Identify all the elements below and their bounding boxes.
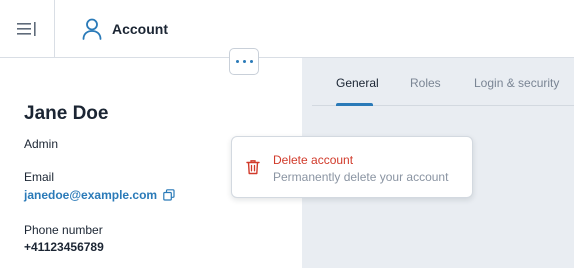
page-title: Account: [112, 20, 168, 37]
tab-general[interactable]: General: [336, 58, 379, 106]
page-header: Account: [82, 0, 168, 57]
profile-name: Jane Doe: [24, 103, 109, 124]
actions-dropdown: Delete account Permanently delete your a…: [231, 136, 473, 198]
tab-roles[interactable]: Roles: [410, 58, 441, 105]
user-icon: [82, 18, 102, 40]
sidebar-toggle-button[interactable]: [0, 0, 55, 57]
more-actions-button[interactable]: [229, 48, 259, 75]
top-bar: Account: [0, 0, 574, 58]
more-horizontal-icon: [234, 60, 255, 63]
phone-label: Phone number: [24, 223, 103, 237]
delete-account-description: Permanently delete your account: [273, 170, 449, 184]
sidebar-toggle-icon: [17, 21, 37, 36]
phone-value: +41123456789: [24, 240, 104, 254]
email-label: Email: [24, 170, 55, 184]
delete-account-label: Delete account: [273, 153, 354, 167]
copy-icon[interactable]: [163, 189, 175, 201]
tab-bar: General Roles Login & security: [312, 58, 574, 106]
email-row: janedoe@example.com: [24, 188, 175, 202]
tab-login-security[interactable]: Login & security: [474, 58, 559, 105]
trash-icon: [246, 159, 260, 175]
profile-role: Admin: [24, 137, 59, 151]
email-link[interactable]: janedoe@example.com: [24, 188, 157, 202]
delete-account-menu-item[interactable]: Delete account Permanently delete your a…: [232, 137, 472, 197]
